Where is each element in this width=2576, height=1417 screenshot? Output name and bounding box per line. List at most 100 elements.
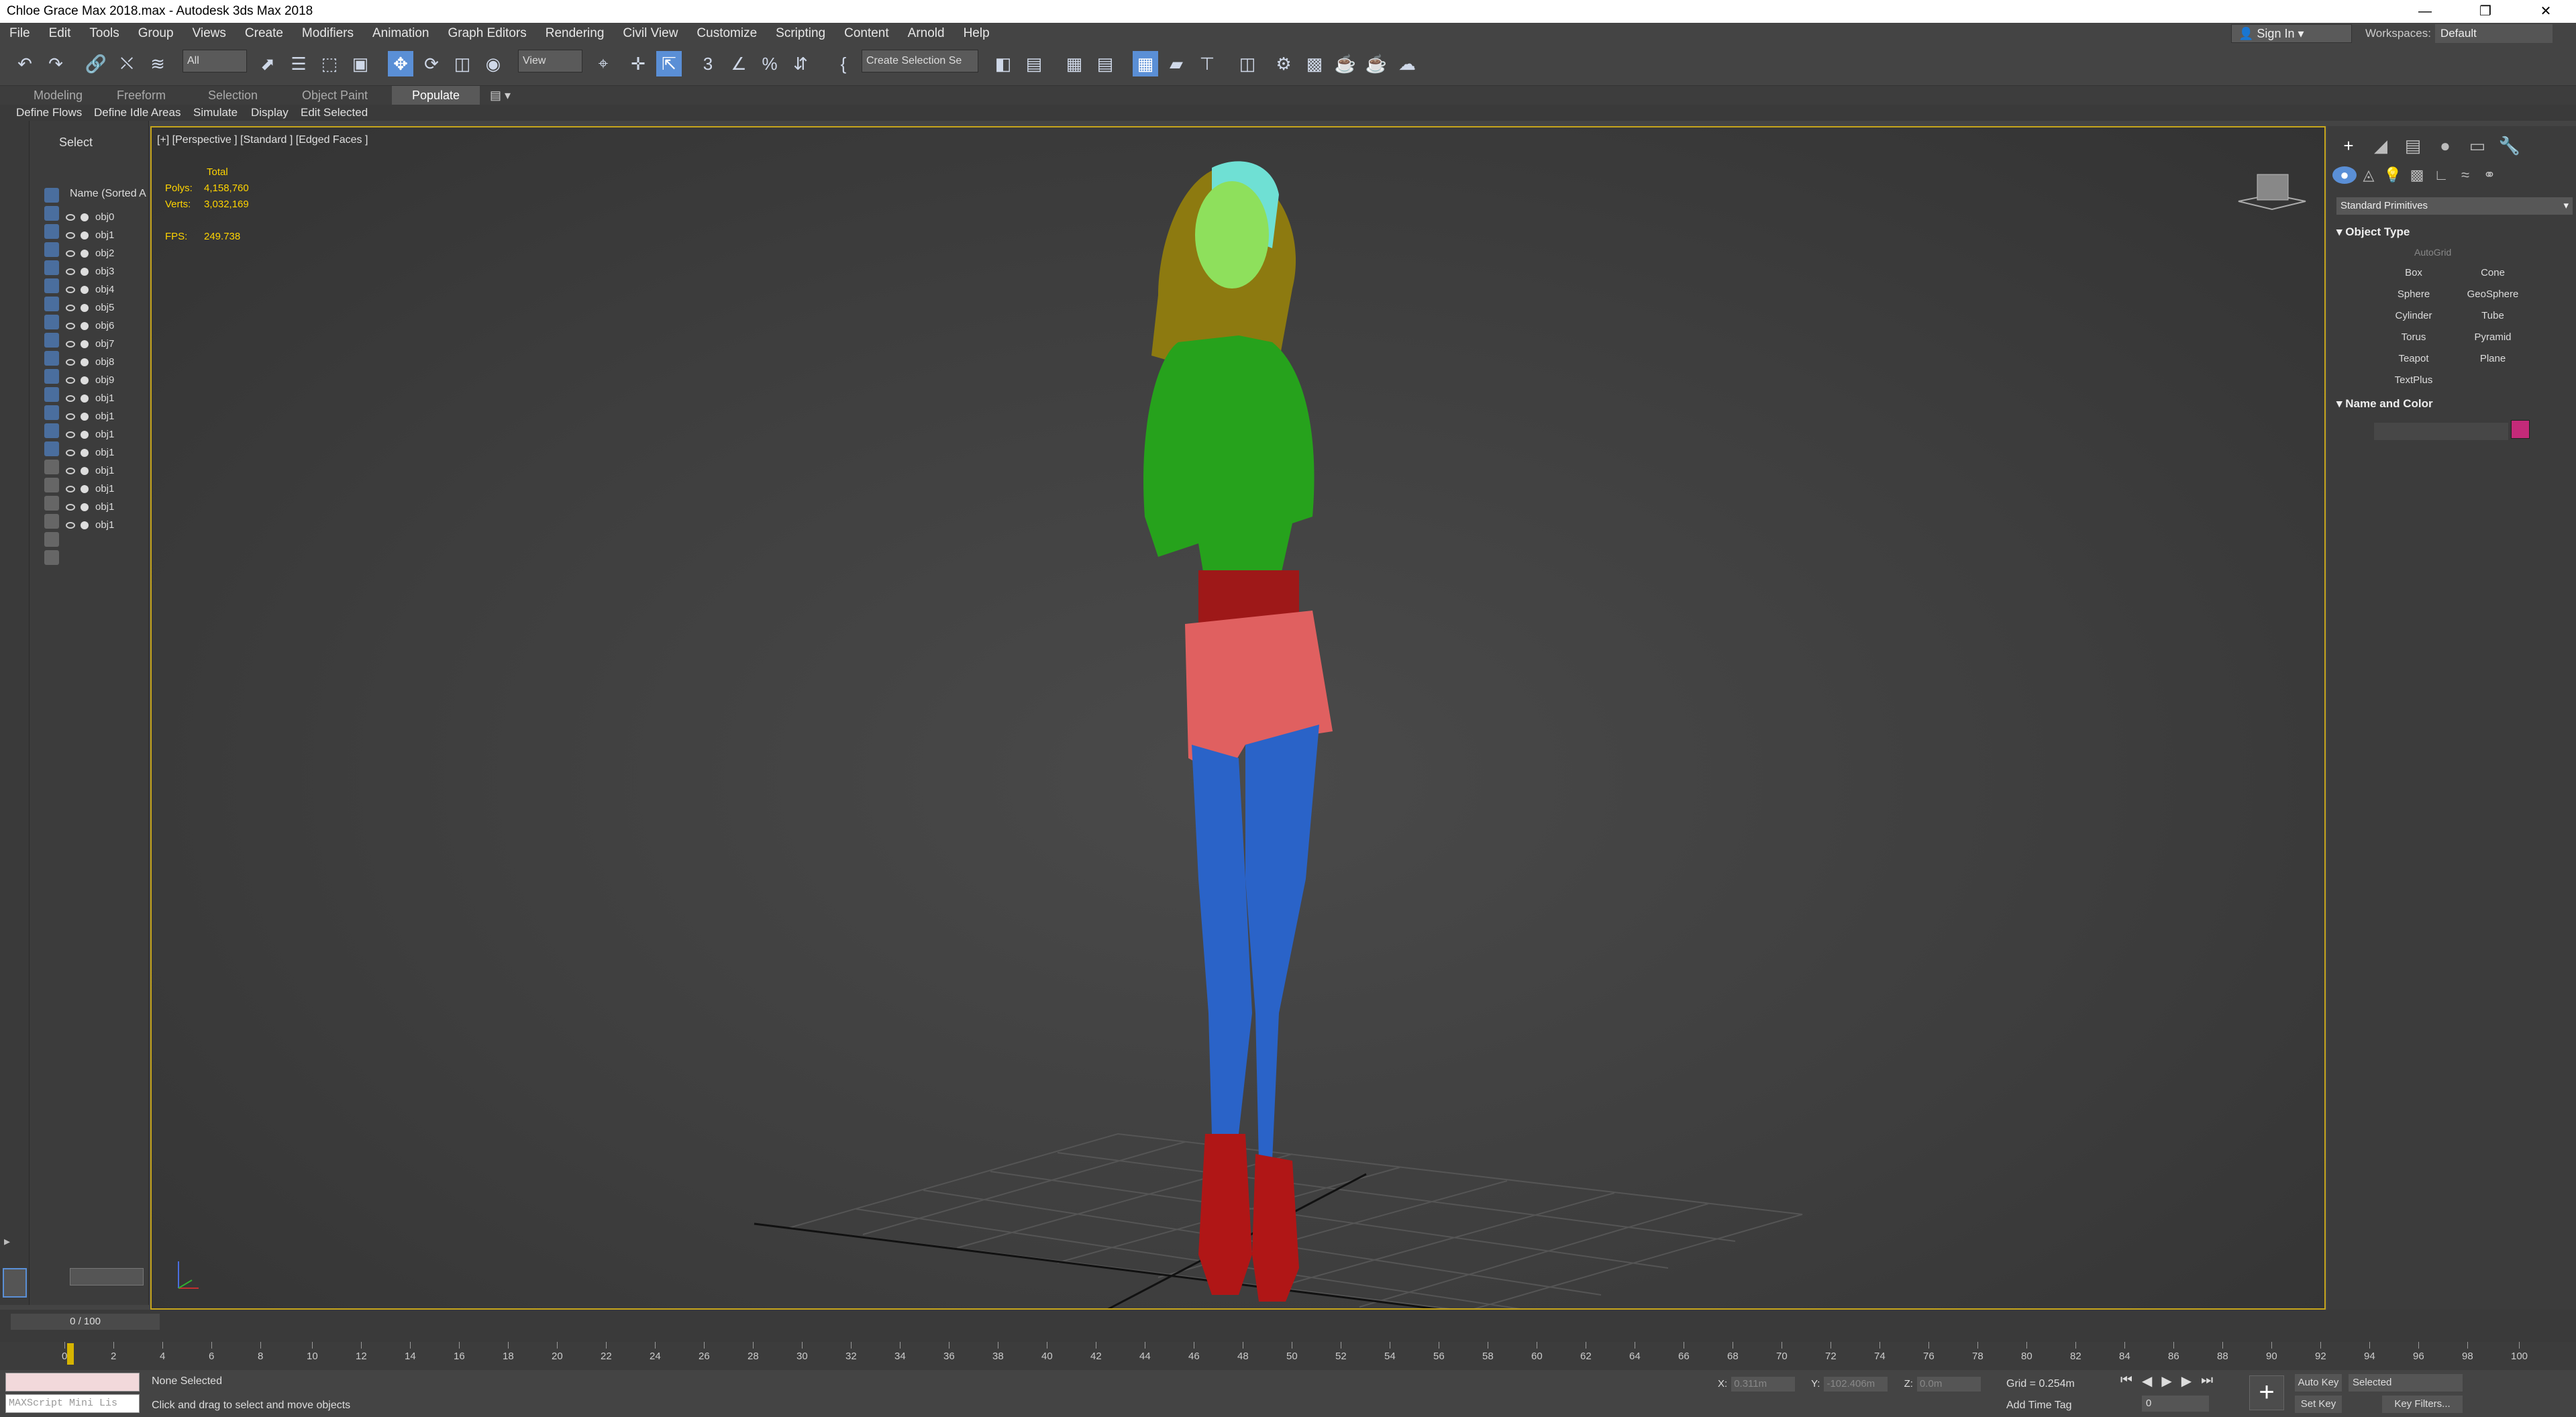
torus-button[interactable]: Torus [2374,329,2453,346]
display-geometry-icon[interactable] [44,188,59,203]
select-manipulate-icon[interactable]: ✛ [625,51,651,76]
display-lights-icon[interactable] [44,224,59,239]
spinner-snap-icon[interactable]: ⇵ [788,51,813,76]
menu-scripting[interactable]: Scripting [766,26,835,41]
time-slider[interactable]: 0 / 100 [11,1314,160,1330]
minimize-icon[interactable]: — [2395,0,2455,23]
list-item[interactable]: obj1 [66,462,146,480]
freeze-icon[interactable] [81,430,89,439]
list-item[interactable]: obj1 [66,425,146,443]
visibility-icon[interactable] [66,340,75,348]
visibility-icon[interactable] [66,268,75,275]
list-item[interactable]: obj1 [66,480,146,498]
select-by-name-icon[interactable]: ☰ [286,51,311,76]
menu-modifiers[interactable]: Modifiers [293,26,363,41]
visibility-icon[interactable] [66,231,75,239]
list-item[interactable]: obj2 [66,244,146,262]
lights-icon[interactable]: 💡 [2381,166,2405,184]
create-tab-icon[interactable]: + [2332,136,2365,156]
maxscript-mini-listener[interactable]: MAXScript Mini Lis [5,1394,140,1413]
key-filters-button[interactable]: Key Filters... [2382,1396,2463,1413]
display-space-warps-icon[interactable] [44,278,59,293]
menu-group[interactable]: Group [129,26,183,41]
freeze-icon[interactable] [81,213,89,221]
redo-icon[interactable]: ↷ [43,51,68,76]
menu-arnold[interactable]: Arnold [898,26,954,41]
name-column-header[interactable]: Name (Sorted A [70,188,146,200]
list-item[interactable]: obj1 [66,498,146,516]
define-idle-areas-button[interactable]: Define Idle Areas [94,105,181,121]
menu-content[interactable]: Content [835,26,898,41]
box-button[interactable]: Box [2374,264,2453,282]
autogrid-checkbox[interactable]: AutoGrid [2414,247,2451,258]
visibility-icon[interactable] [66,449,75,456]
visibility-icon[interactable] [66,286,75,293]
window-crossing-icon[interactable]: ▣ [348,51,373,76]
display-containers-icon[interactable] [44,351,59,366]
menu-rendering[interactable]: Rendering [536,26,614,41]
freeze-icon[interactable] [81,412,89,421]
visibility-icon[interactable] [66,431,75,438]
tab-populate[interactable]: Populate [392,86,480,105]
object-name-field[interactable] [2374,423,2508,440]
freeze-icon[interactable] [81,521,89,529]
freeze-icon[interactable] [81,339,89,348]
space-warps-icon[interactable]: ≈ [2453,166,2477,184]
display-groups-icon[interactable] [44,297,59,311]
visibility-icon[interactable] [66,413,75,420]
angle-snap-icon[interactable]: ∠ [726,51,752,76]
display-cameras-icon[interactable] [44,242,59,257]
bind-space-warp-icon[interactable]: ≋ [145,51,170,76]
tab-modeling[interactable]: Modeling [34,86,83,105]
visibility-icon[interactable] [66,395,75,402]
menu-civil-view[interactable]: Civil View [613,26,687,41]
layer-explorer-icon[interactable]: ▦ [1062,51,1087,76]
reference-coordinate-dropdown[interactable]: View [518,50,582,72]
pivot-center-icon[interactable]: ⌖ [590,51,616,76]
textplus-button[interactable]: TextPlus [2374,372,2453,389]
menu-tools[interactable]: Tools [80,26,128,41]
freeze-icon[interactable] [81,321,89,330]
add-time-tag[interactable]: Add Time Tag [2006,1400,2072,1412]
scene-explorer-select-tab[interactable]: Select [59,136,93,150]
options-icon[interactable] [44,550,59,565]
teapot-button[interactable]: Teapot [2374,350,2453,368]
list-item[interactable]: obj9 [66,371,146,389]
pyramid-button[interactable]: Pyramid [2453,329,2532,346]
freeze-icon[interactable] [81,285,89,294]
percent-snap-icon[interactable]: % [757,51,782,76]
visibility-icon[interactable] [66,467,75,474]
y-field[interactable]: -102.406m [1824,1377,1888,1392]
tab-selection[interactable]: Selection [208,86,258,105]
menu-views[interactable]: Views [183,26,236,41]
sign-in-button[interactable]: 👤 Sign In ▾ [2231,24,2352,43]
modify-tab-icon[interactable]: ◢ [2365,136,2397,156]
render-setup-icon[interactable]: ⚙ [1271,51,1296,76]
material-editor-icon[interactable]: ◫ [1235,51,1260,76]
restore-icon[interactable]: ❐ [2455,0,2516,23]
set-key-button[interactable]: Set Key [2295,1396,2342,1413]
geosphere-button[interactable]: GeoSphere [2453,286,2532,303]
play-icon[interactable]: ▶ [2161,1373,2171,1389]
object-type-rollout[interactable]: ▾ Object Type [2336,225,2573,239]
utilities-tab-icon[interactable]: 🔧 [2493,136,2526,156]
ribbon-options-icon[interactable]: ▤ ▾ [490,86,511,105]
shapes-icon[interactable]: ◬ [2357,166,2381,184]
mirror-icon[interactable]: ◧ [990,51,1016,76]
primitive-type-dropdown[interactable]: Standard Primitives ▾ [2336,197,2573,215]
close-icon[interactable]: ✕ [2516,0,2576,23]
funnel-icon[interactable] [44,532,59,547]
z-field[interactable]: 0.0m [1916,1377,1981,1392]
freeze-icon[interactable] [81,484,89,493]
menu-animation[interactable]: Animation [363,26,439,41]
visibility-icon[interactable] [66,503,75,511]
list-item[interactable]: obj1 [66,516,146,534]
maxscript-listener-pink[interactable] [5,1373,140,1392]
systems-icon[interactable]: ⚭ [2477,166,2502,184]
display-none-icon[interactable] [44,423,59,438]
list-item[interactable]: obj1 [66,443,146,462]
render-iterative-icon[interactable]: ☕ [1363,51,1389,76]
display-frozen-icon[interactable] [44,369,59,384]
motion-tab-icon[interactable]: ● [2429,136,2461,156]
freeze-icon[interactable] [81,231,89,240]
